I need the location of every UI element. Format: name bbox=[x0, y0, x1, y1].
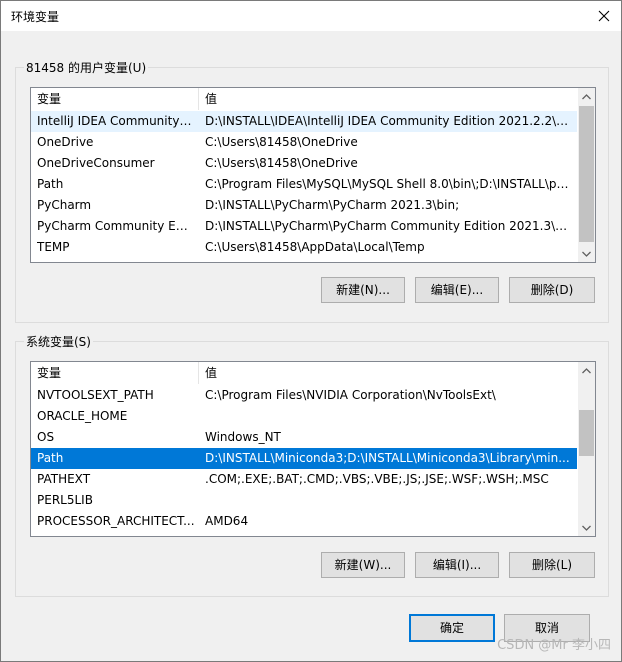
variable-value: C:\Users\81458\AppData\Local\Temp bbox=[205, 240, 425, 254]
column-header-variable[interactable]: 变量 bbox=[31, 88, 199, 110]
variable-name: PERL5LIB bbox=[37, 493, 93, 507]
system-vars-scrollbar[interactable] bbox=[578, 362, 595, 536]
close-button[interactable] bbox=[593, 5, 615, 27]
system-vars-rows: NVTOOLSEXT_PATH C:\Program Files\NVIDIA C… bbox=[31, 385, 577, 532]
variable-name: PROCESSOR_ARCHITECT... bbox=[37, 514, 195, 528]
system-edit-button[interactable]: 编辑(I)... bbox=[415, 552, 499, 578]
list-item[interactable]: PERL5LIB bbox=[31, 490, 577, 511]
chevron-down-icon bbox=[582, 251, 591, 257]
system-delete-button[interactable]: 删除(L) bbox=[509, 552, 595, 578]
user-delete-button[interactable]: 删除(D) bbox=[509, 277, 595, 303]
list-item[interactable]: Path C:\Program Files\MySQL\MySQL Shell 8… bbox=[31, 174, 577, 195]
variable-value: C:\Program Files\MySQL\MySQL Shell 8.0\b… bbox=[205, 177, 571, 191]
user-edit-button[interactable]: 编辑(E)... bbox=[415, 277, 499, 303]
system-new-button[interactable]: 新建(W)... bbox=[321, 552, 405, 578]
variable-value: Windows_NT bbox=[205, 430, 281, 444]
variable-name: OS bbox=[37, 430, 55, 444]
variable-name: PATHEXT bbox=[37, 472, 91, 486]
list-item[interactable]: OneDriveConsumer C:\Users\81458\OneDrive bbox=[31, 153, 577, 174]
list-item[interactable]: ORACLE_HOME bbox=[31, 406, 577, 427]
close-icon bbox=[598, 10, 610, 22]
variable-value: AMD64 bbox=[205, 514, 249, 528]
scroll-thumb[interactable] bbox=[579, 410, 594, 456]
system-vars-list[interactable]: 变量 值 NVTOOLSEXT_PATH C:\Program Files\NVI… bbox=[30, 361, 596, 537]
title-bar: 环境变量 bbox=[1, 1, 621, 31]
variable-name: OneDriveConsumer bbox=[37, 156, 155, 170]
variable-name: TEMP bbox=[37, 240, 70, 254]
list-header: 变量 值 bbox=[31, 362, 595, 384]
scroll-thumb[interactable] bbox=[579, 106, 594, 242]
list-item[interactable]: TEMP C:\Users\81458\AppData\Local\Temp bbox=[31, 237, 577, 258]
system-vars-label: 系统变量(S) bbox=[24, 333, 93, 350]
user-vars-rows: IntelliJ IDEA Community E... D:\INSTALL\I… bbox=[31, 111, 577, 258]
chevron-down-icon bbox=[582, 525, 591, 531]
list-item[interactable]: PATHEXT .COM;.EXE;.BAT;.CMD;.VBS;.VBE;.JS… bbox=[31, 469, 577, 490]
list-item[interactable]: OS Windows_NT bbox=[31, 427, 577, 448]
chevron-up-icon bbox=[582, 367, 591, 373]
variable-name: Path bbox=[37, 177, 64, 191]
variable-value: C:\Program Files\NVIDIA Corporation\NvTo… bbox=[205, 388, 496, 402]
env-vars-dialog: 环境变量 81458 的用户变量(U) 变量 值 IntelliJ IDEA C… bbox=[0, 0, 622, 662]
user-vars-scrollbar[interactable] bbox=[578, 88, 595, 262]
list-item[interactable]: PyCharm Community Editi... D:\INSTALL\PyC… bbox=[31, 216, 577, 237]
list-header: 变量 值 bbox=[31, 88, 595, 110]
chevron-up-icon bbox=[582, 93, 591, 99]
variable-value: D:\INSTALL\Miniconda3;D:\INSTALL\Minicon… bbox=[205, 451, 570, 465]
column-header-value[interactable]: 值 bbox=[199, 362, 579, 384]
scroll-up-button[interactable] bbox=[578, 88, 595, 105]
list-item[interactable]: PROCESSOR_ARCHITECT... AMD64 bbox=[31, 511, 577, 532]
variable-name: NVTOOLSEXT_PATH bbox=[37, 388, 154, 402]
variable-name: PyCharm Community Editi... bbox=[37, 219, 195, 233]
ok-button[interactable]: 确定 bbox=[409, 614, 495, 642]
variable-name: IntelliJ IDEA Community E... bbox=[37, 114, 195, 128]
watermark: CSDN @Mr 李小四 bbox=[497, 638, 611, 653]
variable-value: C:\Users\81458\OneDrive bbox=[205, 156, 358, 170]
list-item[interactable]: OneDrive C:\Users\81458\OneDrive bbox=[31, 132, 577, 153]
user-vars-label: 81458 的用户变量(U) bbox=[24, 59, 149, 76]
scroll-down-button[interactable] bbox=[578, 519, 595, 536]
user-vars-group: 81458 的用户变量(U) 变量 值 IntelliJ IDEA Commun… bbox=[15, 59, 609, 323]
scroll-down-button[interactable] bbox=[578, 245, 595, 262]
variable-value: .COM;.EXE;.BAT;.CMD;.VBS;.VBE;.JS;.JSE;.… bbox=[205, 472, 549, 486]
user-new-button[interactable]: 新建(N)... bbox=[321, 277, 405, 303]
variable-value: D:\INSTALL\PyCharm\PyCharm Community Edi… bbox=[205, 219, 571, 233]
column-header-value[interactable]: 值 bbox=[199, 88, 579, 110]
window-title: 环境变量 bbox=[11, 10, 60, 24]
variable-name: ORACLE_HOME bbox=[37, 409, 128, 423]
variable-name: OneDrive bbox=[37, 135, 94, 149]
list-item[interactable]: NVTOOLSEXT_PATH C:\Program Files\NVIDIA C… bbox=[31, 385, 577, 406]
variable-name: PyCharm bbox=[37, 198, 92, 212]
list-item[interactable]: IntelliJ IDEA Community E... D:\INSTALL\I… bbox=[31, 111, 577, 132]
list-item[interactable]: Path D:\INSTALL\Miniconda3;D:\INSTALL\Min… bbox=[31, 448, 577, 469]
list-item[interactable]: PyCharm D:\INSTALL\PyCharm\PyCharm 2021.3… bbox=[31, 195, 577, 216]
user-vars-list[interactable]: 变量 值 IntelliJ IDEA Community E... D:\INST… bbox=[30, 87, 596, 263]
variable-value: D:\INSTALL\IDEA\IntelliJ IDEA Community … bbox=[205, 114, 571, 128]
variable-name: Path bbox=[37, 451, 64, 465]
column-header-variable[interactable]: 变量 bbox=[31, 362, 199, 384]
variable-value: C:\Users\81458\OneDrive bbox=[205, 135, 358, 149]
scroll-up-button[interactable] bbox=[578, 362, 595, 379]
variable-value: D:\INSTALL\PyCharm\PyCharm 2021.3\bin; bbox=[205, 198, 460, 212]
system-vars-group: 系统变量(S) 变量 值 NVTOOLSEXT_PATH C:\Program F… bbox=[15, 333, 609, 597]
